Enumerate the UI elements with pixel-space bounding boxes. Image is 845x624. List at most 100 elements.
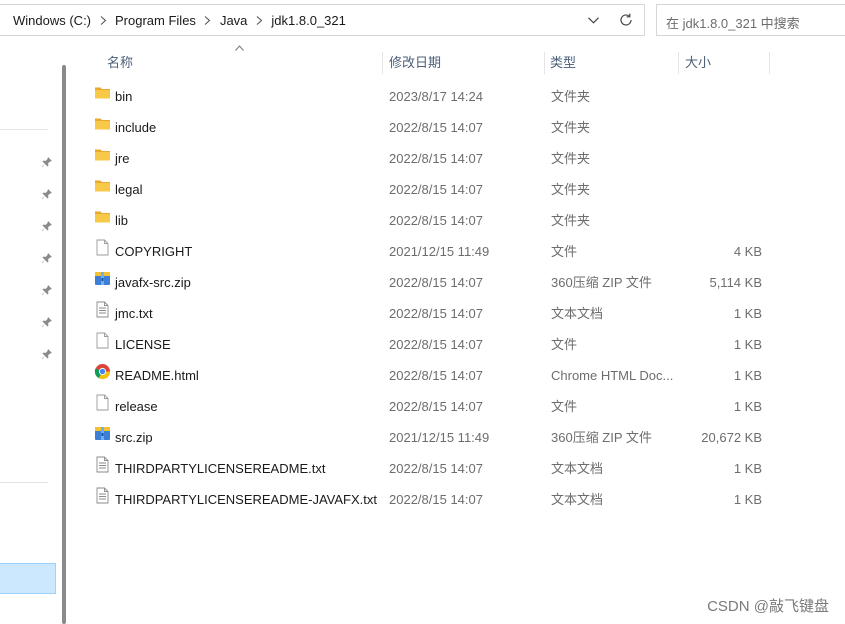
search-box[interactable]: 在 jdk1.8.0_321 中搜索 — [656, 4, 845, 36]
file-size: 1 KB — [733, 399, 762, 414]
file-row[interactable]: THIRDPARTYLICENSEREADME-JAVAFX.txt 2022/8… — [74, 484, 845, 515]
file-type: 文件夹 — [551, 120, 591, 135]
file-row[interactable]: LICENSE 2022/8/15 14:07 文件 1 KB — [74, 329, 845, 360]
watermark: CSDN @敲飞键盘 — [707, 598, 829, 615]
file-row[interactable]: src.zip 2021/12/15 11:49 360压缩 ZIP 文件 20,67… — [74, 422, 845, 453]
column-divider[interactable] — [769, 52, 770, 74]
nav-scrollbar[interactable] — [62, 65, 66, 624]
file-row[interactable]: lib 2022/8/15 14:07 文件夹 — [74, 205, 845, 236]
file-date: 2021/12/15 11:49 — [389, 244, 490, 259]
file-date: 2022/8/15 14:07 — [389, 151, 483, 166]
pin-icon[interactable] — [41, 188, 53, 200]
file-icon — [94, 329, 111, 349]
file-name[interactable]: README.html — [115, 360, 199, 391]
file-list: bin 2023/8/17 14:24 文件夹 include 2022/8/15 14… — [74, 81, 845, 515]
file-date: 2022/8/15 14:07 — [389, 337, 483, 352]
file-row[interactable]: javafx-src.zip 2022/8/15 14:07 360压缩 ZIP 文… — [74, 267, 845, 298]
file-type: 360压缩 ZIP 文件 — [551, 430, 652, 445]
address-bar[interactable]: Windows (C:) Program Files Java jdk1.8.0… — [0, 4, 645, 36]
column-header-row: 名称 修改日期 类型 大小 — [74, 45, 845, 80]
file-type: 文本文档 — [551, 461, 604, 476]
file-name[interactable]: LICENSE — [115, 329, 171, 360]
file-type: 文件夹 — [551, 182, 591, 197]
file-name[interactable]: THIRDPARTYLICENSEREADME.txt — [115, 453, 325, 484]
breadcrumb-drive[interactable]: Windows (C:) — [0, 13, 95, 28]
file-date: 2022/8/15 14:07 — [389, 182, 483, 197]
breadcrumb-separator-icon[interactable] — [95, 5, 111, 35]
file-name[interactable]: bin — [115, 81, 132, 112]
nav-divider — [0, 129, 48, 130]
file-type: 文件 — [551, 244, 578, 259]
column-header-date[interactable]: 修改日期 — [381, 48, 544, 78]
file-size: 1 KB — [733, 368, 762, 383]
file-icon — [94, 391, 111, 411]
file-row[interactable]: legal 2022/8/15 14:07 文件夹 — [74, 174, 845, 205]
file-type: 360压缩 ZIP 文件 — [551, 275, 652, 290]
file-row[interactable]: release 2022/8/15 14:07 文件 1 KB — [74, 391, 845, 422]
navigation-pane — [0, 40, 66, 624]
file-type: 文件夹 — [551, 213, 591, 228]
file-name[interactable]: jre — [115, 143, 129, 174]
file-icon — [94, 236, 111, 256]
breadcrumb-separator-icon[interactable] — [200, 5, 216, 35]
column-header-name[interactable]: 名称 — [99, 48, 382, 78]
zip-archive-icon — [94, 267, 111, 285]
file-type: 文本文档 — [551, 492, 604, 507]
file-size: 1 KB — [733, 337, 762, 352]
file-name[interactable]: jmc.txt — [115, 298, 153, 329]
file-size: 4 KB — [733, 244, 762, 259]
file-name[interactable]: THIRDPARTYLICENSEREADME-JAVAFX.txt — [115, 484, 377, 515]
file-row[interactable]: README.html 2022/8/15 14:07 Chrome HTML Do… — [74, 360, 845, 391]
breadcrumb-current-folder[interactable]: jdk1.8.0_321 — [267, 13, 349, 28]
zip-archive-icon — [94, 422, 111, 440]
file-name[interactable]: javafx-src.zip — [115, 267, 191, 298]
address-history-button[interactable] — [578, 5, 608, 35]
pin-icon[interactable] — [41, 348, 53, 360]
folder-icon — [94, 174, 111, 192]
text-file-icon — [94, 298, 111, 318]
breadcrumb-program-files[interactable]: Program Files — [111, 13, 200, 28]
folder-icon — [94, 112, 111, 130]
text-file-icon — [94, 453, 111, 473]
file-date: 2022/8/15 14:07 — [389, 399, 483, 414]
file-row[interactable]: include 2022/8/15 14:07 文件夹 — [74, 112, 845, 143]
text-file-icon — [94, 484, 111, 504]
file-row[interactable]: THIRDPARTYLICENSEREADME.txt 2022/8/15 14:… — [74, 453, 845, 484]
refresh-icon — [620, 13, 632, 26]
breadcrumb-separator-icon[interactable] — [251, 5, 267, 35]
folder-icon — [94, 143, 111, 161]
file-name[interactable]: COPYRIGHT — [115, 236, 192, 267]
file-name[interactable]: release — [115, 391, 158, 422]
refresh-button[interactable] — [611, 5, 641, 35]
folder-icon — [94, 81, 111, 99]
pin-icon[interactable] — [41, 156, 53, 168]
file-date: 2023/8/17 14:24 — [389, 89, 483, 104]
breadcrumb-java[interactable]: Java — [216, 13, 251, 28]
nav-selected-item[interactable] — [0, 563, 56, 594]
file-type: Chrome HTML Doc... — [551, 368, 674, 383]
file-date: 2022/8/15 14:07 — [389, 492, 483, 507]
pin-icon[interactable] — [41, 252, 53, 264]
file-row[interactable]: jmc.txt 2022/8/15 14:07 文本文档 1 KB — [74, 298, 845, 329]
file-size: 20,672 KB — [701, 430, 762, 445]
file-size: 1 KB — [733, 461, 762, 476]
chrome-icon — [94, 360, 111, 380]
search-input[interactable]: 在 jdk1.8.0_321 中搜索 — [666, 13, 800, 32]
file-name[interactable]: legal — [115, 174, 142, 205]
file-date: 2022/8/15 14:07 — [389, 368, 483, 383]
file-size: 1 KB — [733, 306, 762, 321]
file-date: 2022/8/15 14:07 — [389, 461, 483, 476]
file-row[interactable]: bin 2023/8/17 14:24 文件夹 — [74, 81, 845, 112]
column-header-type[interactable]: 类型 — [542, 48, 678, 78]
file-name[interactable]: lib — [115, 205, 128, 236]
pin-icon[interactable] — [41, 284, 53, 296]
file-size: 5,114 KB — [709, 275, 762, 290]
file-type: 文件夹 — [551, 89, 591, 104]
file-name[interactable]: include — [115, 112, 156, 143]
pin-icon[interactable] — [41, 316, 53, 328]
file-row[interactable]: COPYRIGHT 2021/12/15 11:49 文件 4 KB — [74, 236, 845, 267]
pin-icon[interactable] — [41, 220, 53, 232]
column-header-size[interactable]: 大小 — [677, 48, 770, 78]
file-name[interactable]: src.zip — [115, 422, 153, 453]
file-row[interactable]: jre 2022/8/15 14:07 文件夹 — [74, 143, 845, 174]
